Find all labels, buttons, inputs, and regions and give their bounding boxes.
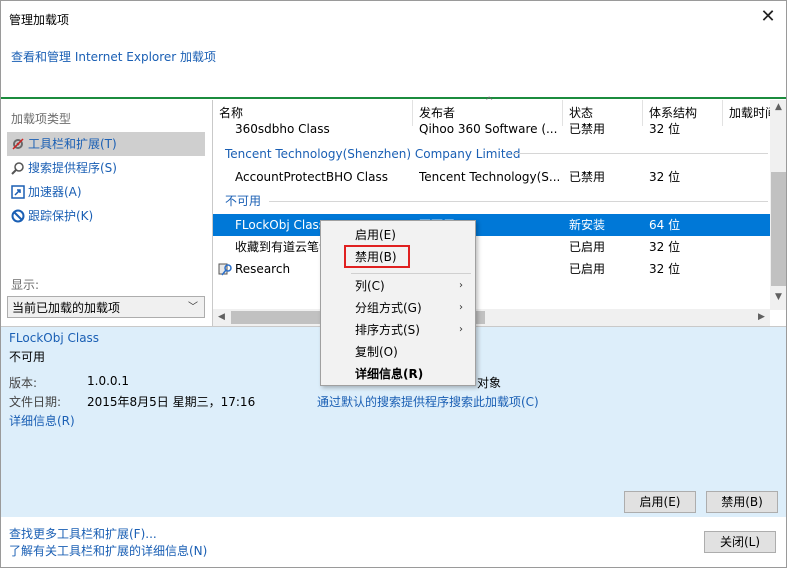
type-label: 工具栏和扩展(T) xyxy=(28,137,117,151)
menu-item-enable[interactable]: 启用(E) xyxy=(323,224,473,246)
cell-name: 360sdbho Class xyxy=(235,122,330,136)
show-label: 显示: xyxy=(11,278,40,292)
learn-more-link[interactable]: 了解有关工具栏和扩展的详细信息(N) xyxy=(9,542,207,559)
cell-arch: 32 位 xyxy=(649,122,681,136)
accelerator-icon xyxy=(11,185,25,199)
search-icon xyxy=(11,161,25,175)
gear-icon xyxy=(11,137,25,151)
type-label: 加速器(A) xyxy=(28,185,82,199)
cell-arch: 32 位 xyxy=(649,240,681,254)
cell-status: 新安装 xyxy=(569,218,606,232)
find-more-toolbars-link[interactable]: 查找更多工具栏和扩展(F)... xyxy=(9,525,157,542)
footer: 查找更多工具栏和扩展(F)... 了解有关工具栏和扩展的详细信息(N) 关闭(L… xyxy=(1,517,786,567)
table-rows: 360sdbho Class Qihoo 360 Software (... 已… xyxy=(213,122,770,310)
group-header-unavailable: 不可用 xyxy=(225,194,262,208)
cell-arch: 32 位 xyxy=(649,170,681,184)
cell-publisher: Qihoo 360 Software (... xyxy=(419,122,558,136)
accent-divider xyxy=(1,97,786,99)
type-tracking-protection[interactable]: 跟踪保护(K) xyxy=(7,204,205,228)
search-addon-link[interactable]: 通过默认的搜索提供程序搜索此加载项(C) xyxy=(317,393,539,410)
type-toolbars-extensions[interactable]: 工具栏和扩展(T) xyxy=(7,132,205,156)
cell-status: 已启用 xyxy=(569,262,606,276)
type-suffix: 对象 xyxy=(477,376,502,390)
close-icon[interactable]: ✕ xyxy=(758,7,778,27)
chevron-right-icon: › xyxy=(459,302,463,313)
group-header-tencent: Tencent Technology(Shenzhen) Company Lim… xyxy=(225,147,521,161)
close-button[interactable]: 关闭(L) xyxy=(704,531,776,553)
enable-button[interactable]: 启用(E) xyxy=(624,491,696,513)
menu-item-copy[interactable]: 复制(O) xyxy=(323,341,473,363)
menu-item-group-by[interactable]: 分组方式(G) › xyxy=(323,297,473,319)
block-icon xyxy=(11,209,25,223)
vertical-scroll-thumb[interactable] xyxy=(771,172,786,286)
group-divider xyxy=(269,201,768,202)
window-title: 管理加载项 xyxy=(9,13,70,27)
research-icon xyxy=(217,261,233,277)
file-date-value: 2015年8月5日 星期三，17:16 xyxy=(87,395,256,409)
cell-name: AccountProtectBHO Class xyxy=(235,170,388,184)
version-label: 版本: xyxy=(9,376,38,390)
cell-publisher: Tencent Technology(S... xyxy=(419,170,559,184)
horizontal-scrollbar[interactable]: ◀ ▶ xyxy=(213,309,770,326)
type-accelerators[interactable]: 加速器(A) xyxy=(7,180,205,204)
show-dropdown[interactable]: 当前已加载的加载项 ﹀ xyxy=(7,296,205,318)
type-search-providers[interactable]: 搜索提供程序(S) xyxy=(7,156,205,180)
menu-item-label: 复制(O) xyxy=(355,345,398,359)
addons-table: 名称 ^ 发布者 状态 体系结构 加载时间 360sdbho Class Qih… xyxy=(212,96,786,326)
table-row[interactable]: AccountProtectBHO Class Tencent Technolo… xyxy=(213,166,770,188)
scroll-up-icon[interactable]: ▲ xyxy=(770,102,786,112)
chevron-right-icon: › xyxy=(459,324,463,335)
file-date-label: 文件日期: xyxy=(9,395,62,409)
cell-arch: 32 位 xyxy=(649,262,681,276)
menu-item-label: 详细信息(R) xyxy=(355,367,424,381)
detail-addon-status: 不可用 xyxy=(9,350,46,364)
menu-item-disable[interactable]: 禁用(B) xyxy=(323,246,473,268)
version-value: 1.0.0.1 xyxy=(87,374,129,388)
menu-item-label: 分组方式(G) xyxy=(355,301,422,315)
cell-status: 已禁用 xyxy=(569,170,606,184)
menu-item-label: 禁用(B) xyxy=(355,250,397,264)
detail-addon-name: FLockObj Class xyxy=(9,331,100,345)
disable-button[interactable]: 禁用(B) xyxy=(706,491,778,513)
context-menu: 启用(E) 禁用(B) 列(C) › 分组方式(G) › 排序方式(S) › 复制(O… xyxy=(320,220,476,386)
menu-item-label: 启用(E) xyxy=(355,228,396,242)
scroll-down-icon[interactable]: ▼ xyxy=(770,292,786,302)
type-label: 跟踪保护(K) xyxy=(28,209,94,223)
menu-item-label: 列(C) xyxy=(355,279,385,293)
title-bar: 管理加载项 ✕ xyxy=(1,1,786,37)
vertical-scrollbar[interactable]: ▲ ▼ xyxy=(770,100,786,310)
menu-item-label: 排序方式(S) xyxy=(355,323,420,337)
group-divider xyxy=(513,153,768,154)
menu-separator xyxy=(351,273,471,274)
table-row-selected[interactable]: FLockObj Class 不可用 新安装 64 位 xyxy=(213,214,770,236)
cell-arch: 64 位 xyxy=(649,218,681,232)
cell-status: 已启用 xyxy=(569,240,606,254)
table-row[interactable]: 收藏到有道云笔记 已启用 32 位 xyxy=(213,236,770,258)
show-dropdown-value: 当前已加载的加载项 xyxy=(12,301,121,315)
addon-types-label: 加载项类型 xyxy=(11,112,72,126)
chevron-down-icon: ﹀ xyxy=(188,302,198,313)
table-row[interactable]: Research 已启用 32 位 xyxy=(213,258,770,280)
header-link: 查看和管理 Internet Explorer 加载项 xyxy=(11,50,217,64)
type-label: 搜索提供程序(S) xyxy=(28,161,117,175)
chevron-right-icon: › xyxy=(459,280,463,291)
menu-item-sort-by[interactable]: 排序方式(S) › xyxy=(323,319,473,341)
addon-types-panel: 加载项类型 工具栏和扩展(T) 搜索提供程序(S) 加速器(A) 跟踪保护(K)… xyxy=(1,100,211,326)
menu-item-columns[interactable]: 列(C) › xyxy=(323,275,473,297)
table-row[interactable]: 360sdbho Class Qihoo 360 Software (... 已… xyxy=(213,122,770,140)
scroll-left-icon[interactable]: ◀ xyxy=(213,312,230,322)
more-info-link[interactable]: 详细信息(R) xyxy=(9,412,75,429)
menu-item-more-info[interactable]: 详细信息(R) xyxy=(323,363,473,385)
addon-type-list: 工具栏和扩展(T) 搜索提供程序(S) 加速器(A) 跟踪保护(K) xyxy=(7,132,205,228)
scroll-right-icon[interactable]: ▶ xyxy=(753,312,770,322)
cell-status: 已禁用 xyxy=(569,122,606,136)
